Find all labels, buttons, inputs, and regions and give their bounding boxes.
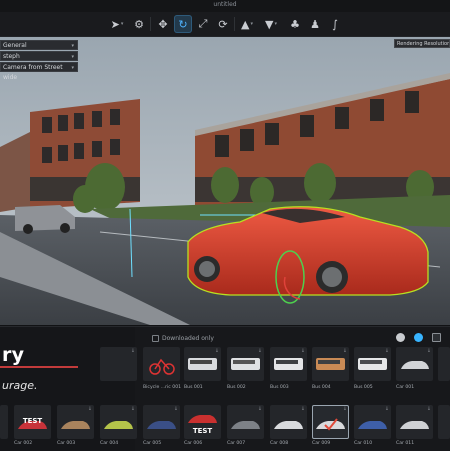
asset-tile[interactable]: ↓ (184, 347, 221, 381)
asset-tile[interactable]: ↓ (227, 405, 264, 439)
download-icon: ↓ (214, 348, 219, 354)
download-icon: ↓ (384, 406, 389, 412)
move-gizmo-icon[interactable]: ✥ (154, 15, 172, 33)
download-icon: ↓ (173, 406, 178, 412)
asset-tile[interactable]: ↓ (354, 405, 391, 439)
asset-library-panel: ry urage. Downloaded only ↓ Bicycle ...r… (0, 326, 450, 451)
3d-viewport[interactable]: General ▾ steph ▾ Camera from Street wide ▾… (0, 37, 450, 325)
library-heading: ry (2, 344, 25, 366)
snap-tool-icon[interactable]: ⟳ (214, 15, 232, 33)
light-tool-icon[interactable]: ▼ ▾ (262, 15, 280, 33)
asset-caption: Bicycle ...ric 001 (143, 385, 182, 390)
asset-tile[interactable]: ↓ (270, 347, 307, 381)
download-icon: ↓ (130, 348, 135, 354)
asset-caption: Bus 002 (227, 385, 246, 390)
render-resolution-badge: Rendering Resolution: 1920 (394, 39, 450, 48)
asset-tile[interactable]: ↓ (270, 405, 307, 439)
asset-tile[interactable]: TEST (184, 405, 221, 439)
style-dropdown[interactable]: steph ▾ (0, 51, 78, 61)
asset-tile[interactable] (143, 347, 180, 381)
download-icon: ↓ (342, 348, 347, 354)
node-tool-icon[interactable]: ⚙ (130, 15, 148, 33)
download-icon: ↓ (342, 406, 347, 412)
asset-tile[interactable] (438, 405, 450, 439)
camera-tool-icon[interactable]: ▲ ▾ (238, 15, 256, 33)
download-icon: ↓ (87, 406, 92, 412)
downloaded-only-checkbox[interactable] (152, 335, 159, 342)
download-icon: ↓ (426, 348, 431, 354)
rotate-gizmo-icon[interactable]: ↻ (174, 15, 192, 33)
asset-caption: Bus 005 (354, 385, 373, 390)
asset-caption: Car 002 (14, 441, 33, 446)
test-tag: TEST (22, 417, 43, 425)
asset-tile[interactable]: TEST (14, 405, 51, 439)
asset-tile[interactable]: ↓ (227, 347, 264, 381)
view-preset-dropdown[interactable]: General ▾ (0, 40, 78, 50)
material-sphere-icon[interactable] (396, 333, 405, 342)
asset-caption: Car 009 (312, 441, 331, 446)
asset-tile[interactable] (438, 347, 450, 381)
asset-caption: Car 006 (184, 441, 203, 446)
asset-tile[interactable]: ↓ (396, 347, 433, 381)
style-label: steph (3, 53, 20, 60)
download-icon: ↓ (384, 348, 389, 354)
asset-tile[interactable] (0, 405, 8, 439)
asset-caption: Bus 003 (270, 385, 289, 390)
test-tag: TEST (192, 427, 213, 435)
download-icon: ↓ (130, 406, 135, 412)
downloaded-only-filter[interactable]: Downloaded only (152, 335, 214, 342)
download-icon: ↓ (300, 348, 305, 354)
downloaded-only-label: Downloaded only (162, 335, 214, 342)
download-icon: ↓ (257, 348, 262, 354)
tree-tool-icon[interactable]: ♣ (286, 15, 304, 33)
asset-tile[interactable]: ↓ (354, 347, 391, 381)
asset-tile[interactable]: ↓ (312, 347, 349, 381)
scene-render (0, 37, 450, 325)
path-tool-icon[interactable]: ∫ (326, 15, 344, 33)
camera-dropdown[interactable]: Camera from Street wide ▾ (0, 62, 78, 81)
asset-tile[interactable]: ↓ (57, 405, 94, 439)
asset-caption: Car 011 (396, 441, 415, 446)
heading-underline (0, 366, 78, 368)
asset-caption: Car 003 (57, 441, 76, 446)
download-icon: ↓ (300, 406, 305, 412)
asset-tile[interactable]: ↓ (143, 405, 180, 439)
asset-caption: Car 004 (100, 441, 119, 446)
asset-tile[interactable]: ↓ (100, 405, 137, 439)
toolbar-separator (150, 17, 151, 31)
view-preset-label: General (3, 42, 27, 49)
library-tagline: urage. (2, 379, 38, 392)
chevron-down-icon: ▾ (71, 43, 74, 49)
people-tool-icon[interactable]: ♟ (306, 15, 324, 33)
asset-caption: Car 008 (270, 441, 289, 446)
asset-caption: Bus 001 (184, 385, 203, 390)
asset-caption: Car 001 (396, 385, 415, 390)
download-icon: ↓ (426, 406, 431, 412)
window-title: untitled (213, 1, 237, 8)
asset-tile[interactable]: ↓ (100, 347, 137, 381)
asset-caption: Car 005 (143, 441, 162, 446)
chevron-down-icon: ▾ (71, 65, 74, 71)
folder-icon[interactable] (432, 333, 441, 342)
asset-caption: Bus 004 (312, 385, 331, 390)
asset-caption: Car 007 (227, 441, 246, 446)
main-toolbar: ➤ ▾ ⚙ ✥ ↻ ⤢ ⟳ ▲ ▾ ▼ ▾ ♣ ♟ ∫ (0, 12, 450, 37)
bicycle-thumbnail (149, 358, 175, 375)
chevron-down-icon: ▾ (71, 54, 74, 60)
asset-tile[interactable]: ↓ (396, 405, 433, 439)
scale-gizmo-icon[interactable]: ⤢ (194, 15, 212, 33)
select-arrow-icon[interactable]: ➤ ▾ (108, 15, 126, 33)
download-icon: ↓ (257, 406, 262, 412)
cloud-icon[interactable] (414, 333, 423, 342)
toolbar-separator (234, 17, 235, 31)
asset-caption: Car 010 (354, 441, 373, 446)
asset-tile-selected[interactable]: ↓ (312, 405, 349, 439)
